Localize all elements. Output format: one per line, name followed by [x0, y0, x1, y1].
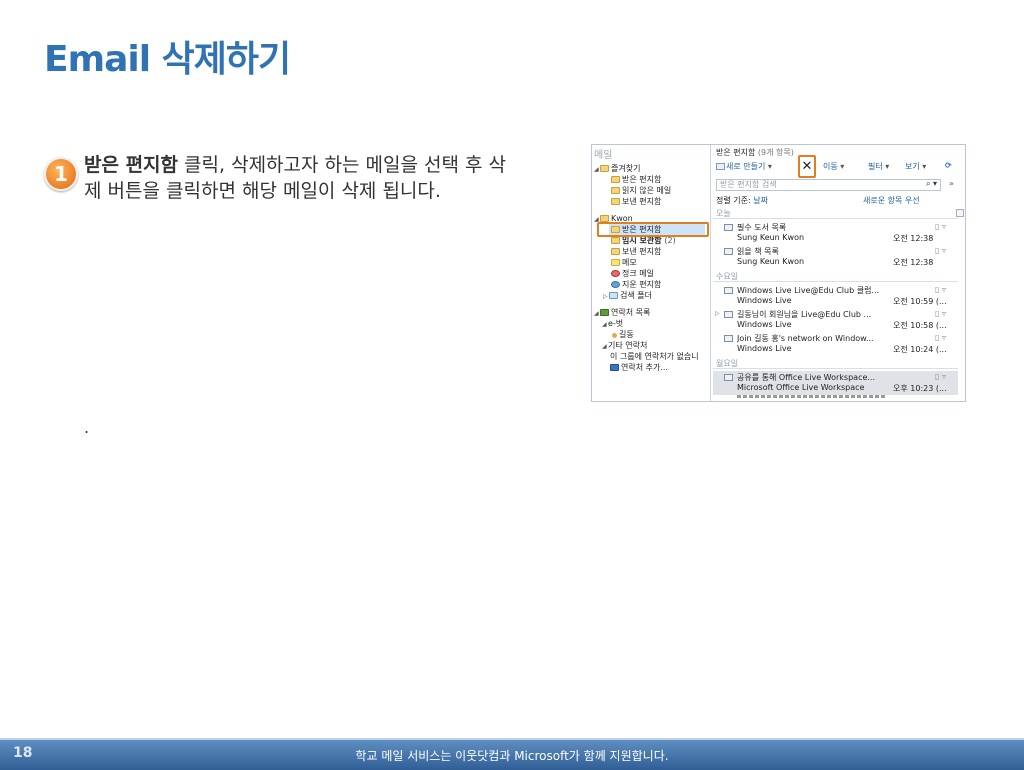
contacts-icon: [600, 309, 609, 316]
mail-toolbar: 새로 만들기 ▾ 이동 ▾ 필터 ▾ 보기 ▾ ⟳: [713, 158, 965, 174]
deleted-icon: [611, 281, 620, 288]
flag-icon[interactable]: ▯ ▿: [935, 222, 946, 231]
tree-item-notes[interactable]: 메모: [611, 257, 637, 268]
tree-item-fav-unread[interactable]: 읽지 않은 메일: [611, 185, 671, 196]
tree-item-fav-sent[interactable]: 보낸 편지함: [611, 196, 661, 207]
chevron-down-icon: ▾: [922, 162, 927, 171]
add-contact-icon: [610, 364, 619, 371]
chevron-down-icon: ▾: [767, 162, 772, 171]
tree-item-junk[interactable]: 정크 메일: [611, 268, 654, 279]
empty-group-note: 이 그룹에 연락처가 없습니: [610, 352, 699, 361]
sort-field-dropdown[interactable]: 날짜: [753, 196, 768, 205]
envelope-icon: [724, 335, 733, 342]
message-item[interactable]: 읽을 책 목록 ▯ ▿ Sung Keun Kwon 오전 12:38: [713, 245, 958, 269]
move-button[interactable]: 이동 ▾: [823, 161, 844, 172]
chevron-down-icon: ▾: [840, 162, 845, 171]
group-header-monday: 월요일: [713, 358, 958, 369]
search-input[interactable]: 받은 편지함 검색: [716, 179, 941, 191]
unread-folder-icon: [611, 187, 620, 194]
envelope-icon: [724, 287, 733, 294]
sort-label: 정렬 기준:: [716, 196, 751, 205]
tree-item-search-folders[interactable]: ▷ 검색 폴더: [603, 290, 652, 301]
flag-icon[interactable]: ▯ ▿: [935, 309, 946, 318]
tree-item-contact-gildong[interactable]: 길동: [612, 329, 634, 340]
folder-pane: 메일 ◢ 즐겨찾기 받은 편지함 읽지 않은 메일 보낸 편지함 ◢ Kwon 받은…: [592, 145, 711, 401]
star-folder-icon: [600, 165, 609, 172]
tree-item-fav-inbox[interactable]: 받은 편지함: [611, 174, 661, 185]
sent-folder-icon: [611, 198, 620, 205]
message-item[interactable]: ▷ 길동님이 회원님을 Live@Edu Club ... ▯ ▿ Window…: [713, 308, 958, 332]
tree-item-favorites[interactable]: ◢ 즐겨찾기: [594, 163, 640, 174]
view-button[interactable]: 보기 ▾: [905, 161, 926, 172]
envelope-icon: [724, 311, 733, 318]
step-number-badge: 1: [44, 157, 78, 191]
flag-icon[interactable]: ▯ ▿: [935, 285, 946, 294]
envelope-icon: [724, 224, 733, 231]
tree-item-deleted[interactable]: 지운 편지함: [611, 279, 661, 290]
expand-icon[interactable]: »: [949, 179, 954, 188]
new-button[interactable]: 새로 만들기 ▾: [716, 161, 772, 172]
sort-bar: 정렬 기준: 날짜 새로운 항목 우선: [716, 195, 961, 206]
message-item[interactable]: Join 길동 홍's network on Window... ▯ ▿ Win…: [713, 332, 958, 356]
tree-item-sent[interactable]: 보낸 편지함: [611, 246, 661, 257]
message-item[interactable]: 필수 도서 목록 ▯ ▿ Sung Keun Kwon 오전 12:38: [713, 221, 958, 245]
drafts-count: (2): [664, 236, 676, 245]
footer-text: 학교 메일 서비스는 이웃닷컴과 Microsoft가 함께 지원합니다.: [355, 749, 669, 763]
add-contact-link[interactable]: 연락처 추가...: [610, 362, 668, 373]
group-header-wednesday: 수요일: [713, 271, 958, 282]
flag-icon[interactable]: ▯ ▿: [935, 246, 946, 255]
refresh-icon[interactable]: ⟳: [945, 161, 952, 170]
slide-title: Email 삭제하기: [44, 39, 291, 80]
extra-text: .: [84, 418, 90, 437]
sent-folder-icon: [611, 248, 620, 255]
junk-icon: [611, 270, 620, 277]
footer-bar: 18 학교 메일 서비스는 이웃닷컴과 Microsoft가 함께 지원합니다.: [0, 738, 1024, 770]
envelope-icon: [724, 248, 733, 255]
new-mail-icon: [716, 163, 725, 170]
message-pane: 받은 편지함 (9개 항목) 새로 만들기 ▾ 이동 ▾ 필터 ▾ 보기 ▾ ⟳…: [713, 145, 965, 401]
account-folder-icon: [600, 215, 609, 222]
inbox-folder-icon: [611, 176, 620, 183]
scroll-up-icon[interactable]: [956, 209, 964, 217]
group-header-today: 오늘: [713, 208, 958, 219]
tree-item-contacts[interactable]: ◢ 연락처 목록: [594, 307, 650, 318]
flag-icon[interactable]: ▯ ▿: [935, 372, 946, 381]
tree-item-group-ebeot[interactable]: ◢e-벗: [602, 318, 623, 329]
tree-item-other-contacts[interactable]: ◢기타 연락처: [602, 340, 647, 351]
chevron-down-icon: ▾: [885, 162, 890, 171]
flag-icon[interactable]: ▯ ▿: [935, 333, 946, 342]
message-item[interactable]: Windows Live Live@Edu Club 클럽... ▯ ▿ Win…: [713, 284, 958, 308]
envelope-icon: [724, 374, 733, 381]
search-folder-icon: [609, 292, 618, 299]
mail-screenshot: 메일 ◢ 즐겨찾기 받은 편지함 읽지 않은 메일 보낸 편지함 ◢ Kwon 받은…: [591, 144, 966, 402]
note-icon: [611, 259, 620, 266]
inbox-callout-box: [597, 222, 709, 237]
clipped-message-row: [737, 395, 887, 398]
search-icon[interactable]: ⌕ ▾: [926, 179, 937, 189]
drafts-folder-icon: [611, 237, 620, 244]
folder-title: 받은 편지함 (9개 항목): [716, 148, 794, 157]
step-instruction-bold: 받은 편지함: [84, 154, 179, 176]
filter-button[interactable]: 필터 ▾: [868, 161, 889, 172]
item-count: (9개 항목): [757, 148, 794, 157]
sort-order-dropdown[interactable]: 새로운 항목 우선: [863, 195, 920, 206]
delete-button[interactable]: ✕: [798, 155, 816, 178]
contact-status-icon: [612, 333, 617, 338]
folder-pane-header: 메일: [594, 150, 613, 161]
message-item-selected[interactable]: 공유를 통해 Office Live Workspace... ▯ ▿ Micr…: [713, 371, 958, 395]
expand-conversation-icon[interactable]: ▷: [715, 310, 720, 317]
step-instruction: 받은 편지함 클릭, 삭제하고자 하는 메일을 선택 후 삭제 버튼을 클릭하면…: [84, 152, 514, 204]
